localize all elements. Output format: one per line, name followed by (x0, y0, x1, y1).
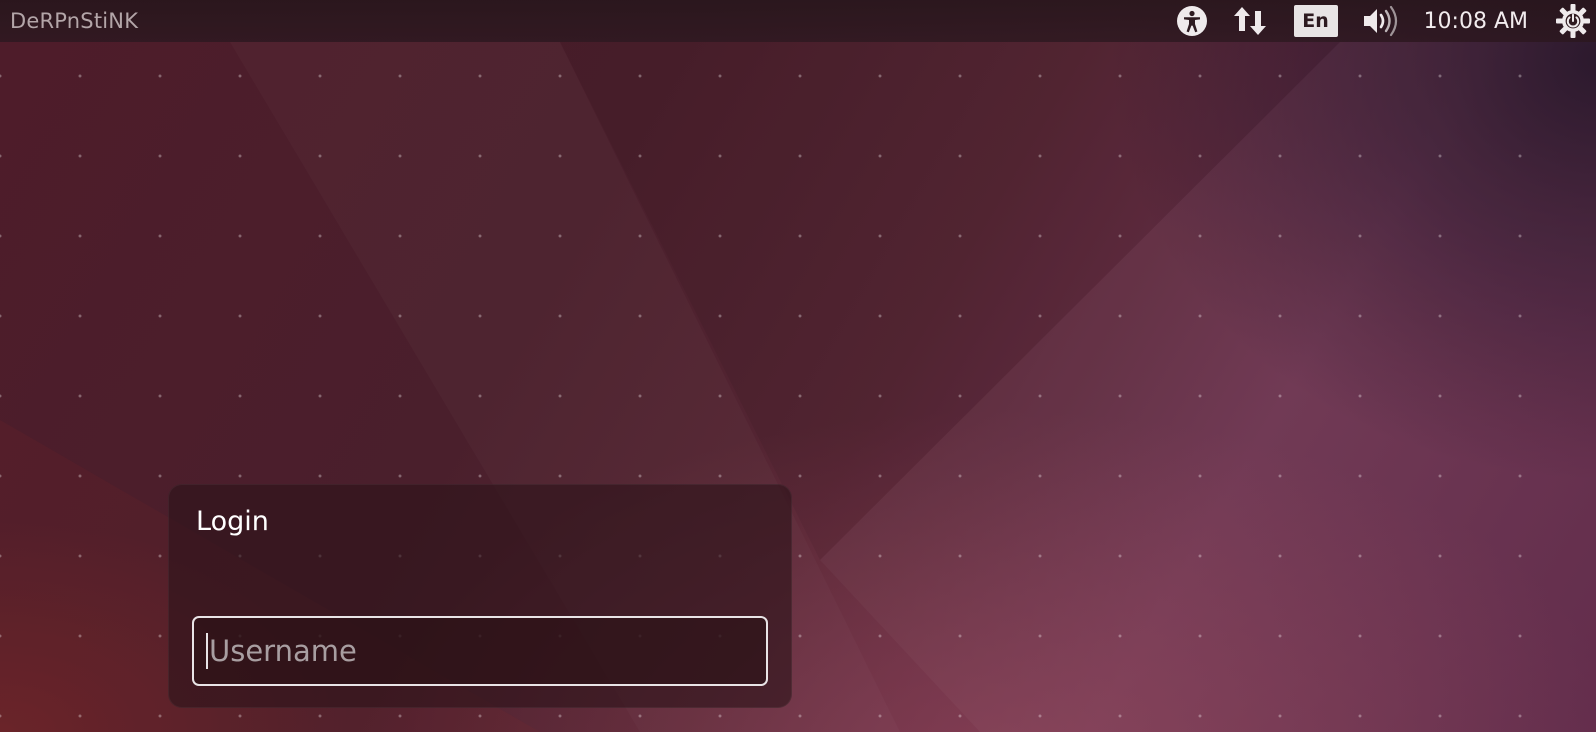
power-gear-icon (1556, 4, 1590, 38)
username-field[interactable] (192, 616, 768, 686)
login-title: Login (196, 506, 269, 537)
sound-indicator[interactable] (1360, 0, 1404, 42)
login-box: Login (168, 484, 792, 708)
hostname-label: DeRPnStiNK (10, 9, 139, 33)
text-caret (206, 633, 208, 669)
volume-icon (1363, 5, 1397, 37)
username-input[interactable] (209, 634, 749, 668)
network-indicator[interactable] (1230, 0, 1270, 42)
accessibility-indicator[interactable] (1172, 0, 1212, 42)
power-indicator[interactable] (1552, 0, 1594, 42)
clock-indicator[interactable]: 10:08 AM (1424, 0, 1528, 42)
accessibility-icon (1176, 6, 1207, 36)
top-panel: DeRPnStiNK En 10:08 AM (0, 0, 1596, 42)
network-updown-icon (1233, 7, 1266, 35)
indicator-area: En 10:08 AM (1172, 0, 1596, 42)
keyboard-layout-indicator[interactable]: En (1293, 0, 1338, 42)
keyboard-layout-label: En (1293, 5, 1338, 37)
